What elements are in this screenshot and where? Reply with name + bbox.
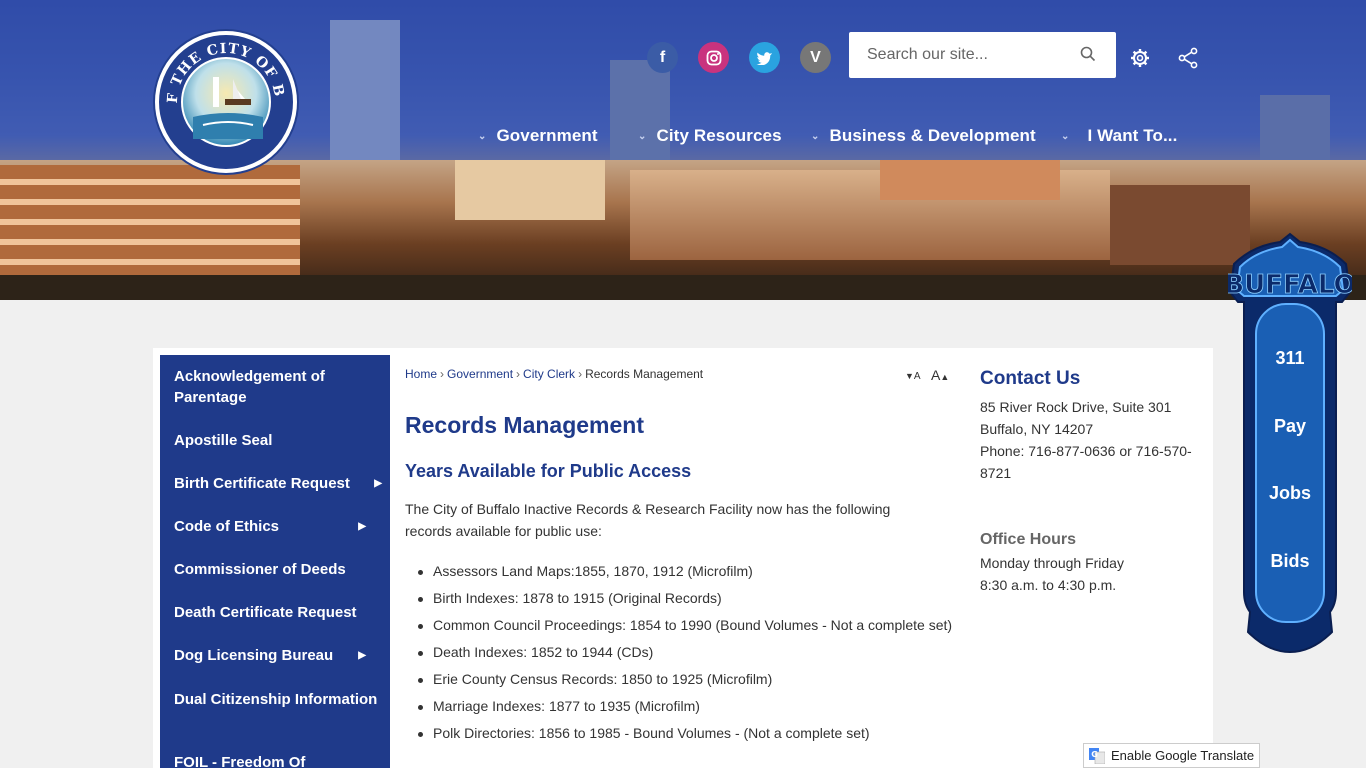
banner-building (455, 160, 605, 220)
sidebar-item-death-certificate-request[interactable]: Death Certificate Request (174, 602, 384, 623)
sidebar-item-label: Acknowledgement of Parentage (174, 368, 325, 406)
sidebar-item-acknowledgement-of-parentage[interactable]: Acknowledgement of Parentage (174, 366, 384, 408)
increase-font-button[interactable]: A▲ (931, 367, 949, 383)
decrease-font-label: A (913, 371, 921, 382)
list-item: Birth Indexes: 1878 to 1915 (Original Re… (418, 588, 953, 609)
list-item: Assessors Land Maps:1855, 1870, 1912 (Mi… (418, 561, 953, 582)
office-hours-time: 8:30 a.m. to 4:30 p.m. (980, 577, 1117, 593)
sidebar-item-label: Commissioner of Deeds (174, 561, 346, 578)
sidebar-item-label: FOIL - Freedom Of (174, 754, 306, 768)
page-title: Records Management (405, 412, 645, 438)
chevron-down-icon: ⌄ (811, 130, 820, 142)
sidebar-item-dog-licensing-bureau[interactable]: Dog Licensing Bureau ▶ (174, 645, 384, 666)
contact-phone: Phone: 716-877-0636 or 716-570-8721 (980, 443, 1192, 481)
caret-down-icon: ▼ (905, 371, 914, 381)
nav-label: City Resources (656, 126, 782, 145)
buffalo-quick-links-sign: BUFFALO (1228, 232, 1352, 654)
intro-paragraph: The City of Buffalo Inactive Records & R… (405, 501, 891, 539)
chevron-down-icon: ⌄ (638, 130, 647, 142)
facebook-icon[interactable]: f (647, 42, 678, 73)
sign-link-jobs[interactable]: Jobs (1246, 483, 1334, 504)
sidebar-item-label: Birth Certificate Request (174, 475, 350, 492)
vimeo-icon[interactable]: V (800, 42, 831, 73)
increase-font-label: A (931, 367, 941, 383)
sidebar-item-foil[interactable]: FOIL - Freedom Of (174, 752, 384, 768)
breadcrumb-separator: › (516, 367, 521, 381)
nav-business-development[interactable]: ⌄ Business & Development (811, 112, 1036, 160)
contact-address-line: Buffalo, NY 14207 (980, 421, 1094, 437)
search-input[interactable] (867, 44, 1067, 66)
translate-label: Enable Google Translate (1111, 748, 1255, 763)
sidebar-item-commissioner-of-deeds[interactable]: Commissioner of Deeds (174, 559, 384, 580)
sidebar-item-birth-certificate-request[interactable]: Birth Certificate Request ▶ (174, 473, 384, 494)
banner-building (880, 160, 1060, 200)
nav-city-resources[interactable]: ⌄ City Resources (638, 112, 782, 160)
sign-link-311[interactable]: 311 (1246, 348, 1334, 369)
list-item: Erie County Census Records: 1850 to 1925… (418, 669, 953, 690)
google-translate-button[interactable]: G Enable Google Translate (1083, 743, 1260, 768)
sidebar-item-apostille-seal[interactable]: Apostille Seal (174, 430, 384, 451)
banner-building (0, 165, 300, 280)
nav-i-want-to[interactable]: ⌄ I Want To... (1061, 112, 1177, 160)
chevron-right-icon[interactable]: ▶ (358, 645, 366, 666)
sign-brand: BUFFALO (1228, 270, 1352, 300)
contact-address-line: 85 River Rock Drive, Suite 301 (980, 399, 1172, 415)
list-item: Death Indexes: 1852 to 1944 (CDs) (418, 642, 953, 663)
nav-label: I Want To... (1087, 126, 1178, 145)
section-heading: Years Available for Public Access (405, 461, 692, 481)
sidebar-item-label: Code of Ethics (174, 518, 280, 535)
nav-government[interactable]: ⌄ Government (478, 112, 598, 160)
svg-text:G: G (1091, 750, 1098, 759)
search-icon[interactable] (1080, 46, 1096, 62)
share-icon[interactable] (1177, 47, 1199, 69)
sidebar-item-label: Dual Citizenship Information (174, 691, 378, 708)
breadcrumb-current: Records Management (585, 367, 704, 381)
breadcrumb: Home › Government › City Clerk › Records Manag… (405, 367, 703, 381)
office-hours-days: Monday through Friday (980, 555, 1124, 571)
breadcrumb-city-clerk[interactable]: City Clerk (523, 367, 575, 381)
chevron-down-icon: ⌄ (1061, 130, 1070, 142)
office-hours-heading: Office Hours (980, 531, 1077, 548)
records-list: Assessors Land Maps:1855, 1870, 1912 (Mi… (418, 561, 953, 750)
google-translate-icon: G (1089, 747, 1105, 764)
nav-label: Business & Development (829, 126, 1036, 145)
nav-label: Government (496, 126, 598, 145)
gear-icon[interactable] (1129, 47, 1151, 69)
list-item: Common Council Proceedings: 1854 to 1990… (418, 615, 953, 636)
chevron-right-icon[interactable]: ▶ (358, 516, 366, 537)
breadcrumb-separator: › (578, 367, 583, 381)
list-item: Polk Directories: 1856 to 1985 - Bound V… (418, 723, 953, 744)
main-navigation: ⌄ Government ⌄ City Resources ⌄ Business & … (0, 112, 1366, 160)
breadcrumb-government[interactable]: Government (447, 367, 513, 381)
sign-link-bids[interactable]: Bids (1246, 551, 1334, 572)
chevron-right-icon[interactable]: ▶ (374, 473, 382, 494)
sidebar-item-code-of-ethics[interactable]: Code of Ethics ▶ (174, 516, 384, 537)
chevron-down-icon: ⌄ (478, 130, 487, 142)
breadcrumb-home[interactable]: Home (405, 367, 437, 381)
instagram-icon[interactable] (698, 42, 729, 73)
breadcrumb-separator: › (440, 367, 445, 381)
decrease-font-button[interactable]: ▼A (905, 367, 921, 382)
banner-ground (0, 275, 1366, 300)
sign-link-pay[interactable]: Pay (1246, 416, 1334, 437)
contact-heading: Contact Us (980, 368, 1081, 389)
sidebar-nav: Acknowledgement of Parentage Apostille S… (160, 355, 390, 768)
caret-up-icon: ▲ (940, 372, 950, 382)
sidebar-item-label: Apostille Seal (174, 432, 273, 449)
list-item: Marriage Indexes: 1877 to 1935 (Microfil… (418, 696, 953, 717)
sidebar-item-label: Death Certificate Request (174, 604, 357, 621)
sidebar-item-label: Dog Licensing Bureau (174, 647, 334, 664)
sidebar-item-dual-citizenship-information[interactable]: Dual Citizenship Information (174, 689, 384, 710)
twitter-icon[interactable] (749, 42, 780, 73)
site-search[interactable] (849, 32, 1116, 78)
